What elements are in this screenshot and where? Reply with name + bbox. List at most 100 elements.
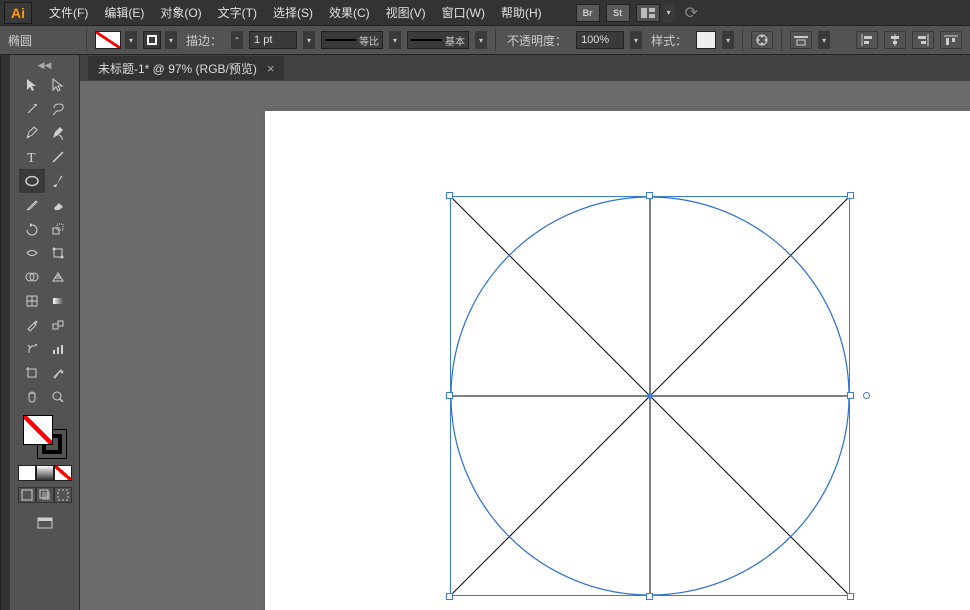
stock-icon[interactable]: St bbox=[606, 4, 630, 22]
handle-sw[interactable] bbox=[446, 593, 453, 600]
sync-icon[interactable]: ⟳ bbox=[685, 3, 698, 23]
menu-select[interactable]: 选择(S) bbox=[266, 1, 320, 24]
align-dropdown[interactable]: ▾ bbox=[818, 31, 830, 49]
artboard-tool[interactable] bbox=[19, 361, 45, 385]
curvature-tool[interactable] bbox=[45, 121, 71, 145]
document-tab[interactable]: 未标题-1* @ 97% (RGB/预览) × bbox=[88, 56, 284, 80]
menu-window[interactable]: 窗口(W) bbox=[435, 1, 492, 24]
handle-ne[interactable] bbox=[847, 192, 854, 199]
selection-tool[interactable] bbox=[19, 73, 45, 97]
handle-nw[interactable] bbox=[446, 192, 453, 199]
fill-dropdown[interactable]: ▾ bbox=[125, 31, 137, 49]
divider bbox=[86, 29, 87, 51]
selection-center bbox=[647, 393, 653, 399]
style-swatch[interactable] bbox=[696, 31, 716, 49]
handle-w[interactable] bbox=[446, 392, 453, 399]
arrange-icon[interactable] bbox=[636, 4, 660, 22]
bridge-icon[interactable]: Br bbox=[576, 4, 600, 22]
stroke-width-input[interactable] bbox=[249, 31, 297, 49]
menu-type[interactable]: 文字(T) bbox=[211, 1, 264, 24]
align-center-button[interactable] bbox=[884, 31, 906, 49]
lasso-tool[interactable] bbox=[45, 97, 71, 121]
eyedropper-tool[interactable] bbox=[19, 313, 45, 337]
fill-color-box[interactable] bbox=[23, 415, 53, 445]
draw-inside[interactable] bbox=[54, 487, 72, 503]
align-right-button[interactable] bbox=[912, 31, 934, 49]
menu-effect[interactable]: 效果(C) bbox=[322, 1, 377, 24]
gradient-tool[interactable] bbox=[45, 289, 71, 313]
stroke-swatch[interactable] bbox=[143, 31, 161, 49]
close-icon[interactable]: × bbox=[267, 61, 275, 76]
magic-wand-tool[interactable] bbox=[19, 97, 45, 121]
live-shape-widget[interactable] bbox=[863, 392, 870, 399]
perspective-tool[interactable] bbox=[45, 265, 71, 289]
screen-mode-button[interactable] bbox=[32, 511, 58, 535]
handle-e[interactable] bbox=[847, 392, 854, 399]
tools-panel: ◀◀ T bbox=[10, 55, 80, 610]
stroke-dropdown[interactable]: ▾ bbox=[165, 31, 177, 49]
selected-artwork[interactable] bbox=[450, 196, 850, 596]
align-top-button[interactable] bbox=[940, 31, 962, 49]
color-mode-none[interactable] bbox=[54, 465, 72, 481]
divider bbox=[495, 29, 496, 51]
ellipse-tool[interactable] bbox=[19, 169, 45, 193]
blend-tool[interactable] bbox=[45, 313, 71, 337]
handle-s[interactable] bbox=[646, 593, 653, 600]
brush-selector[interactable]: 基本 bbox=[407, 31, 469, 49]
menu-edit[interactable]: 编辑(E) bbox=[97, 1, 151, 24]
draw-normal[interactable] bbox=[18, 487, 36, 503]
hand-tool[interactable] bbox=[19, 385, 45, 409]
fill-stroke-control[interactable] bbox=[23, 415, 67, 459]
svg-text:T: T bbox=[27, 151, 36, 164]
opacity-label: 不透明度： bbox=[504, 32, 570, 49]
shape-builder-tool[interactable] bbox=[19, 265, 45, 289]
slice-tool[interactable] bbox=[45, 361, 71, 385]
color-mode-gradient[interactable] bbox=[36, 465, 54, 481]
graph-tool[interactable] bbox=[45, 337, 71, 361]
width-tool[interactable] bbox=[19, 241, 45, 265]
profile-dropdown[interactable]: ▾ bbox=[389, 31, 401, 49]
eraser-tool[interactable] bbox=[45, 193, 71, 217]
menu-object[interactable]: 对象(O) bbox=[153, 1, 208, 24]
handle-se[interactable] bbox=[847, 593, 854, 600]
menu-view[interactable]: 视图(V) bbox=[379, 1, 433, 24]
draw-mode-row bbox=[18, 487, 72, 503]
stroke-panel-arrow[interactable]: ⌃ bbox=[231, 31, 243, 49]
color-mode-solid[interactable] bbox=[18, 465, 36, 481]
left-strip bbox=[0, 55, 10, 610]
draw-behind[interactable] bbox=[36, 487, 54, 503]
align-button[interactable] bbox=[790, 31, 812, 49]
scale-tool[interactable] bbox=[45, 217, 71, 241]
brush-dropdown[interactable]: ▾ bbox=[475, 31, 487, 49]
mesh-tool[interactable] bbox=[19, 289, 45, 313]
free-transform-tool[interactable] bbox=[45, 241, 71, 265]
menu-file[interactable]: 文件(F) bbox=[42, 1, 95, 24]
shape-name-label: 椭圆 bbox=[8, 32, 78, 49]
menu-bar: Ai 文件(F) 编辑(E) 对象(O) 文字(T) 选择(S) 效果(C) 视… bbox=[0, 0, 970, 25]
style-dropdown[interactable]: ▾ bbox=[722, 31, 734, 49]
line-tool[interactable] bbox=[45, 145, 71, 169]
fill-swatch[interactable] bbox=[95, 31, 121, 49]
pencil-tool[interactable] bbox=[19, 193, 45, 217]
stroke-width-dropdown[interactable]: ▾ bbox=[303, 31, 315, 49]
type-tool[interactable]: T bbox=[19, 145, 45, 169]
toolbar-expand-icon[interactable]: ◀◀ bbox=[10, 59, 79, 71]
arrange-dropdown[interactable]: ▾ bbox=[663, 4, 675, 22]
symbol-sprayer-tool[interactable] bbox=[19, 337, 45, 361]
paintbrush-tool[interactable] bbox=[45, 169, 71, 193]
canvas-viewport[interactable] bbox=[80, 81, 970, 610]
zoom-tool[interactable] bbox=[45, 385, 71, 409]
recolor-button[interactable] bbox=[751, 31, 773, 49]
opacity-dropdown[interactable]: ▾ bbox=[630, 31, 642, 49]
direct-selection-tool[interactable] bbox=[45, 73, 71, 97]
profile-selector[interactable]: 等比 bbox=[321, 31, 383, 49]
document-tab-title: 未标题-1* @ 97% (RGB/预览) bbox=[98, 60, 257, 77]
opacity-input[interactable] bbox=[576, 31, 624, 49]
handle-n[interactable] bbox=[646, 192, 653, 199]
tab-bar: 未标题-1* @ 97% (RGB/预览) × bbox=[80, 55, 970, 81]
divider bbox=[742, 29, 743, 51]
align-left-button[interactable] bbox=[856, 31, 878, 49]
rotate-tool[interactable] bbox=[19, 217, 45, 241]
pen-tool[interactable] bbox=[19, 121, 45, 145]
menu-help[interactable]: 帮助(H) bbox=[494, 1, 549, 24]
